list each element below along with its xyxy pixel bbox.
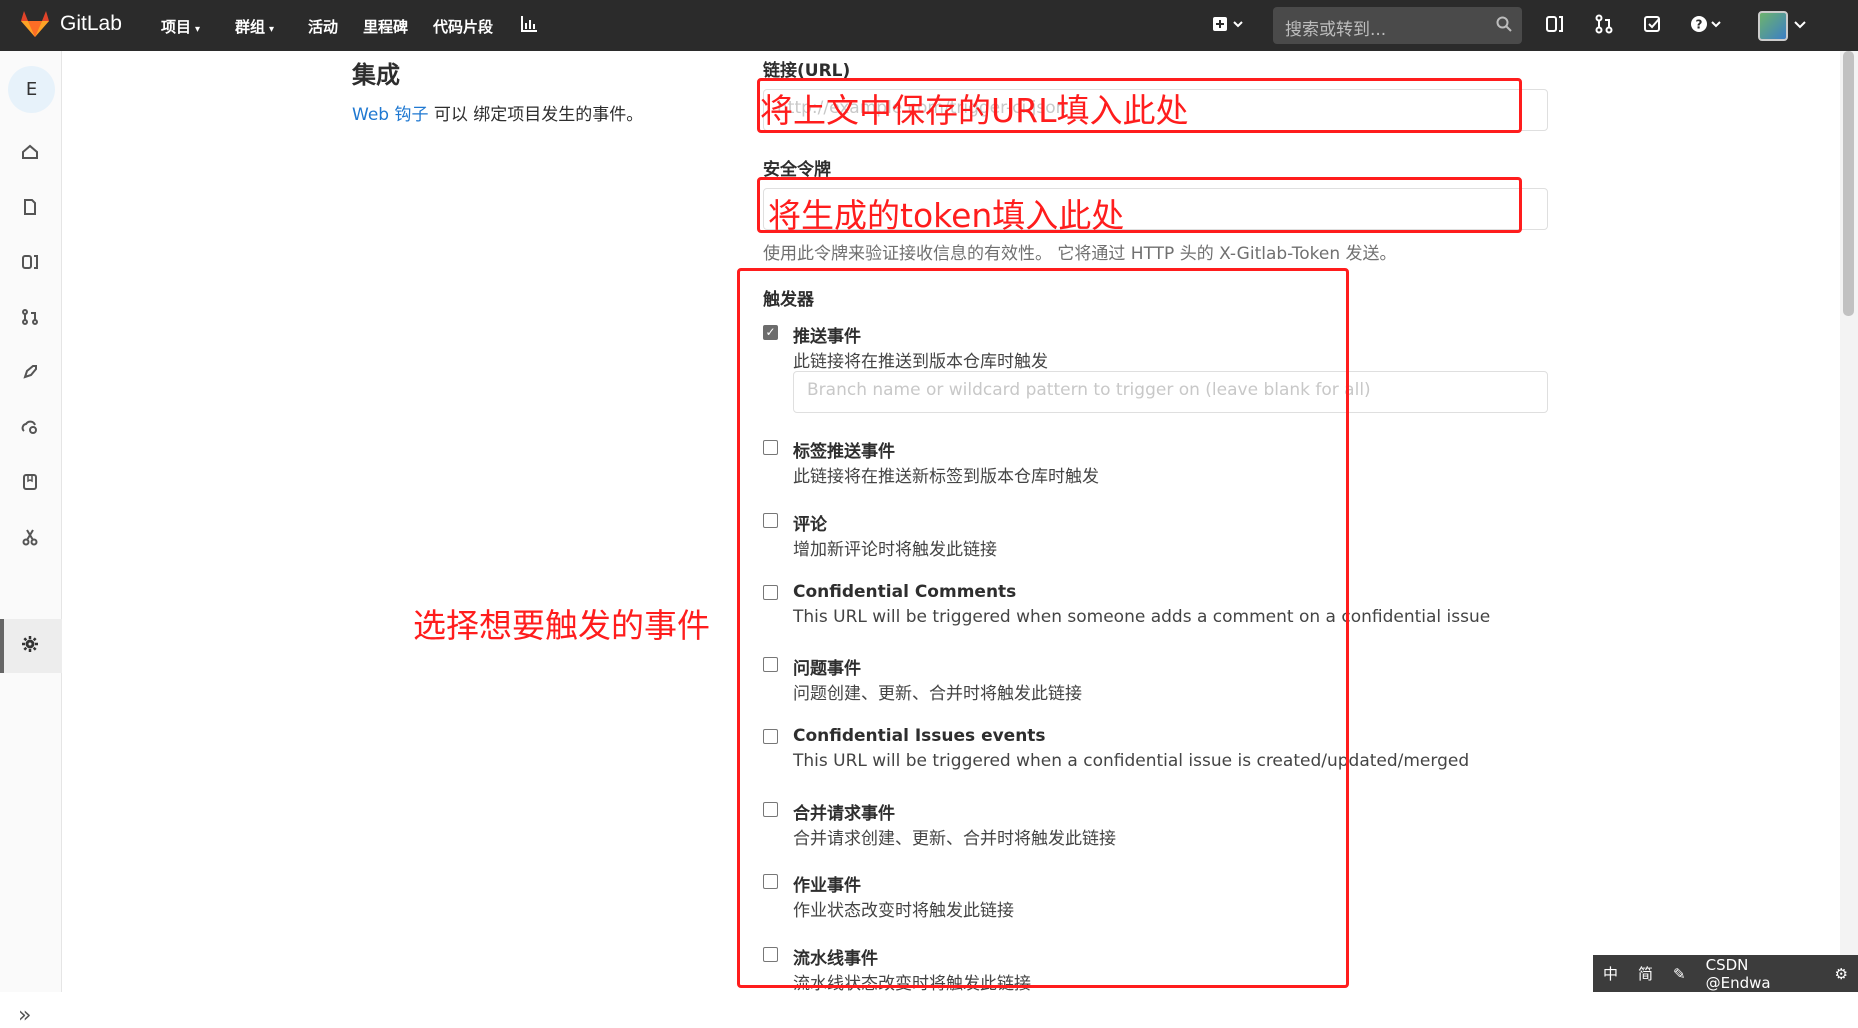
ime-chinese-toggle[interactable]: 中	[1603, 963, 1618, 984]
chart-icon[interactable]	[520, 15, 538, 38]
nav-activity[interactable]: 活动	[308, 16, 338, 37]
issues-icon[interactable]	[1545, 14, 1565, 39]
events-annotation: 选择想要触发的事件	[413, 606, 710, 645]
token-help-text: 使用此令牌来验证接收信息的有效性。 它将通过 HTTP 头的 X-Gitlab-…	[763, 244, 1397, 264]
rocket-icon[interactable]	[19, 363, 41, 385]
ime-simplified-toggle[interactable]: 简	[1638, 963, 1653, 984]
events-annotation-box	[737, 268, 1349, 988]
ime-brush-icon[interactable]: ✎	[1673, 965, 1686, 983]
merge-request-icon[interactable]	[1594, 14, 1614, 39]
new-item-plus-icon[interactable]	[1212, 14, 1246, 39]
snippets-icon[interactable]	[19, 528, 41, 550]
watermark-text: CSDN @Endwa	[1705, 955, 1771, 992]
help-icon[interactable]: ?	[1690, 14, 1724, 39]
search-input[interactable]: 搜索或转到...	[1273, 7, 1522, 44]
nav-projects-label: 项目	[161, 18, 192, 36]
todo-icon[interactable]	[1643, 14, 1663, 39]
search-icon	[1496, 16, 1512, 37]
ime-toolbar: 中 简 ✎ CSDN @Endwa ⚙	[1593, 955, 1858, 992]
operations-icon[interactable]	[19, 418, 41, 440]
user-avatar[interactable]	[1758, 11, 1788, 41]
ime-settings-icon[interactable]: ⚙	[1835, 965, 1848, 983]
subtitle-text: 可以 绑定项目发生的事件。	[428, 105, 644, 125]
nav-milestones[interactable]: 里程碑	[363, 16, 408, 37]
settings-icon[interactable]	[19, 635, 41, 657]
file-icon[interactable]	[19, 198, 41, 220]
collapse-sidebar-icon[interactable]: »	[18, 1003, 31, 1028]
chevron-down-icon: ▾	[195, 24, 201, 35]
project-sidebar: E »	[0, 51, 62, 1028]
scrollbar-thumb[interactable]	[1843, 51, 1854, 316]
gitlab-logo[interactable]: GitLab	[20, 10, 122, 38]
svg-text:?: ?	[1696, 18, 1703, 32]
tanuki-icon	[21, 11, 49, 37]
nav-projects[interactable]: 项目 ▾	[161, 16, 200, 37]
page-title: 集成	[352, 61, 400, 89]
search-placeholder: 搜索或转到...	[1285, 20, 1387, 40]
project-avatar[interactable]: E	[8, 66, 55, 113]
nav-snippets[interactable]: 代码片段	[433, 16, 493, 37]
nav-groups[interactable]: 群组 ▾	[235, 16, 274, 37]
nav-groups-label: 群组	[235, 18, 266, 36]
top-navbar: GitLab 项目 ▾ 群组 ▾ 活动 里程碑 代码片段 搜索或转到... ?	[0, 0, 1858, 51]
page-scrollbar[interactable]	[1840, 51, 1858, 992]
home-icon[interactable]	[19, 143, 41, 165]
url-annotation: 将上文中保存的URL填入此处	[760, 91, 1189, 130]
brand-name: GitLab	[60, 12, 122, 35]
wiki-icon[interactable]	[19, 473, 41, 495]
chevron-down-icon[interactable]	[1793, 15, 1807, 36]
merge-request-icon[interactable]	[19, 308, 41, 330]
issues-icon[interactable]	[19, 253, 41, 275]
page-subtitle: Web 钩子 可以 绑定项目发生的事件。	[352, 100, 643, 125]
webhooks-link[interactable]: Web 钩子	[352, 105, 428, 125]
chevron-down-icon: ▾	[269, 24, 275, 35]
token-annotation: 将生成的token填入此处	[768, 196, 1125, 235]
